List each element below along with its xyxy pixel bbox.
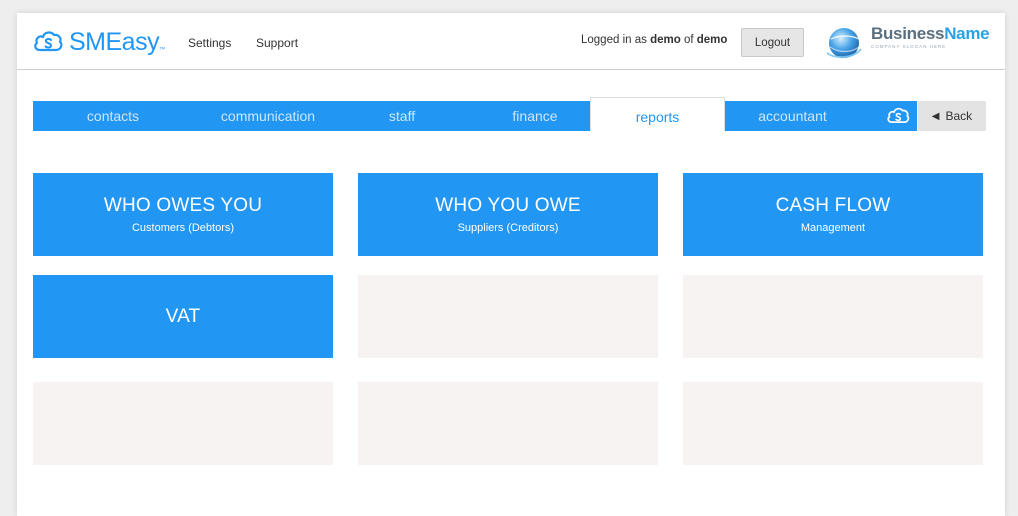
login-status: Logged in as demo of demo [581, 34, 727, 46]
tile-subtitle: Management [800, 222, 866, 234]
tile-who-owes-you[interactable]: WHO OWES YOU Customers (Debtors) [33, 173, 333, 256]
logout-button[interactable]: Logout [741, 28, 804, 57]
cloud-s-icon [886, 107, 909, 123]
globe-logo-icon [826, 28, 862, 59]
brand-trademark: ™ [159, 47, 166, 53]
empty-tile [33, 382, 333, 465]
empty-tile [358, 382, 658, 465]
business-slogan: COMPANY SLOGAN HERE [871, 44, 947, 49]
cloud-s-logo-icon [34, 31, 63, 52]
brand-logo[interactable]: SMEasy ™ [33, 27, 165, 57]
brand-name: SMEasy [69, 27, 160, 56]
login-prefix: Logged in as [581, 34, 647, 46]
tile-title: CASH FLOW [775, 195, 891, 216]
back-label: Back [945, 109, 973, 123]
tile-title: VAT [165, 305, 201, 327]
business-name-part2: Name [944, 24, 990, 43]
triangle-left-icon: ◀ [931, 110, 940, 122]
business-name: BusinessName [871, 24, 990, 44]
back-button[interactable]: ◀ Back [918, 101, 986, 131]
login-of: of [683, 34, 694, 46]
tab-reports[interactable]: reports [590, 97, 725, 131]
empty-tile [683, 275, 983, 358]
main-tabs: contacts communication staff finance rep… [33, 97, 917, 131]
page: SMEasy ™ Settings Support Logged in as d… [17, 13, 1005, 516]
tab-finance[interactable]: finance [461, 101, 609, 131]
tile-title: WHO YOU OWE [435, 195, 581, 216]
tile-subtitle: Customers (Debtors) [131, 222, 235, 234]
business-logo: BusinessName COMPANY SLOGAN HERE [825, 21, 990, 61]
business-name-part1: Business [871, 24, 945, 43]
tab-communication[interactable]: communication [193, 101, 343, 131]
login-org: demo [696, 34, 728, 46]
header: SMEasy ™ Settings Support Logged in as d… [17, 13, 1005, 70]
tab-contacts[interactable]: contacts [33, 101, 193, 131]
login-user: demo [650, 34, 681, 46]
tab-staff[interactable]: staff [343, 101, 461, 131]
support-link[interactable]: Support [256, 36, 298, 50]
tile-title: WHO OWES YOU [103, 195, 263, 216]
tile-subtitle: Suppliers (Creditors) [457, 222, 559, 234]
cloud-tab[interactable] [878, 101, 917, 131]
empty-tile [683, 382, 983, 465]
settings-link[interactable]: Settings [188, 36, 231, 50]
tile-cash-flow[interactable]: CASH FLOW Management [683, 173, 983, 256]
tab-accountant[interactable]: accountant [725, 101, 860, 131]
empty-tile [358, 275, 658, 358]
tile-vat[interactable]: VAT [33, 275, 333, 358]
tile-who-you-owe[interactable]: WHO YOU OWE Suppliers (Creditors) [358, 173, 658, 256]
